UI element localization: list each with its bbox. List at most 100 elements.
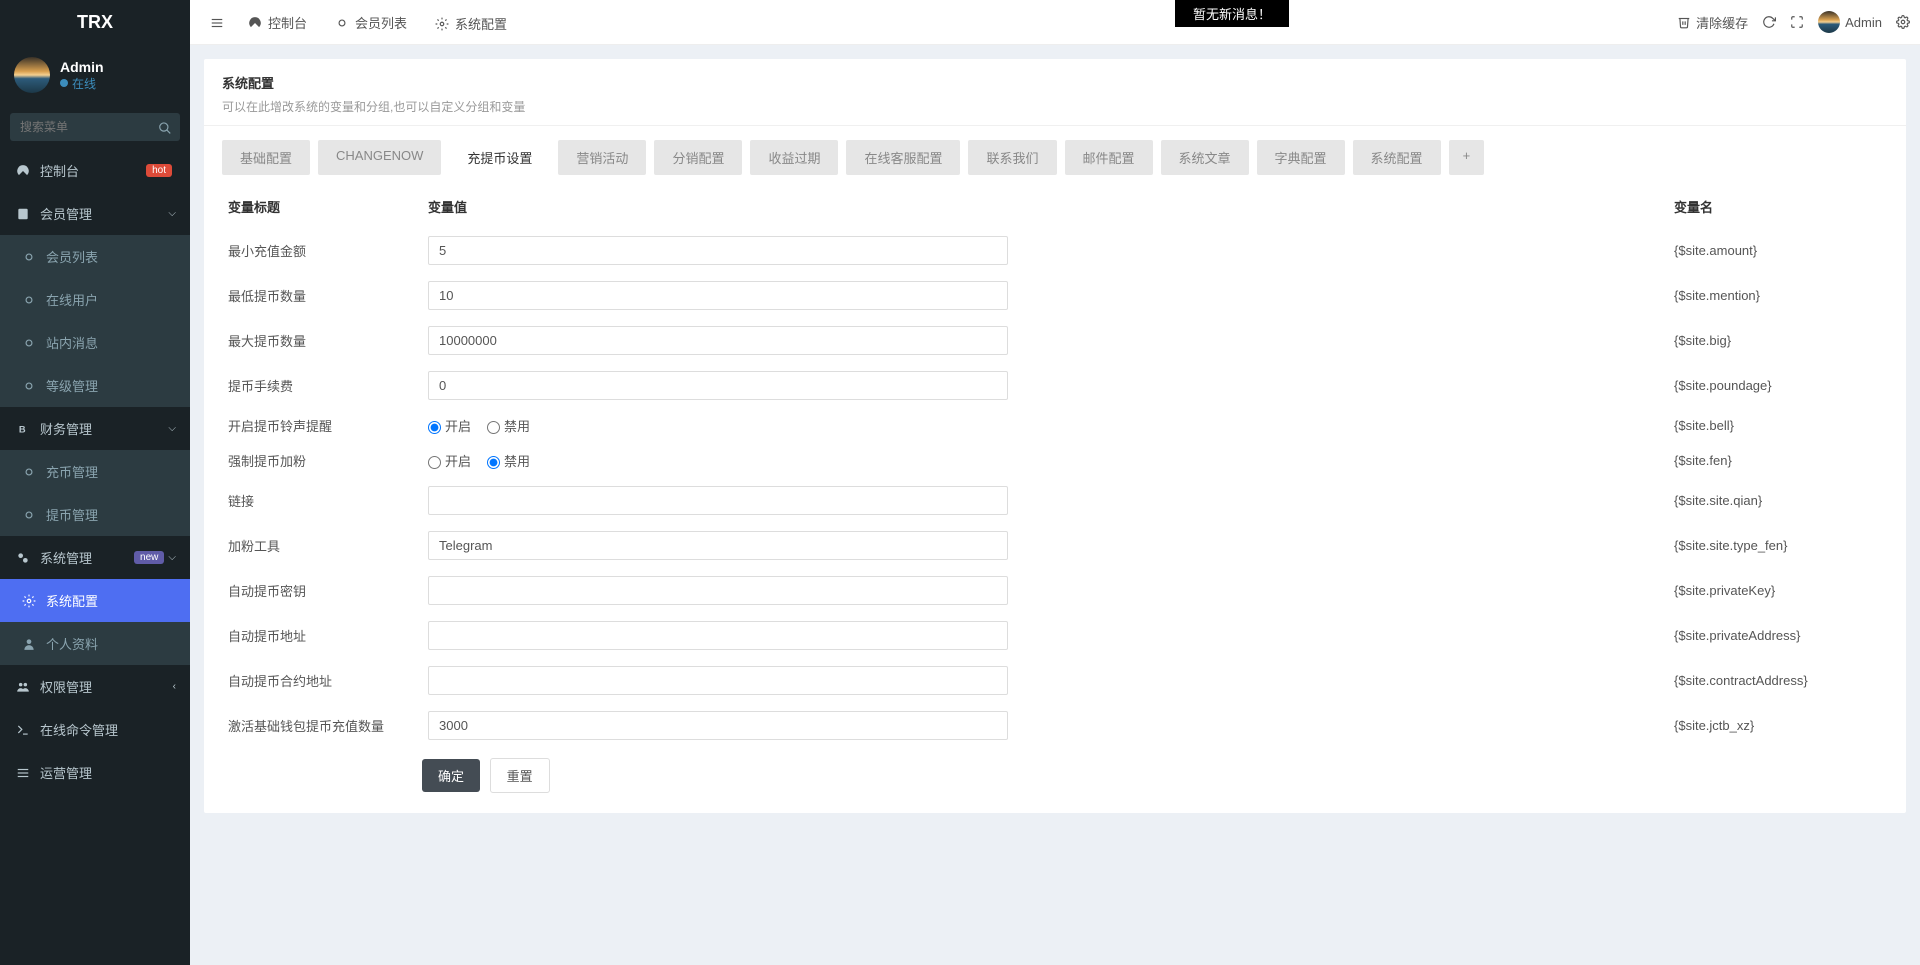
config-row-9: 自动提币地址{$site.privateAddress} [222,613,1888,658]
cogs-icon [14,550,32,566]
bitcoin-icon: B [14,421,32,437]
terminal-icon [14,722,32,738]
config-tab-4[interactable]: 分销配置 [654,140,742,175]
top-tab-2[interactable]: 系统配置 [421,0,521,44]
config-tab-9[interactable]: 系统文章 [1161,140,1249,175]
settings-button[interactable] [1896,15,1910,29]
sidebar-item-1[interactable]: 会员管理⌵ [0,192,190,235]
config-tab-6[interactable]: 在线客服配置 [846,140,960,175]
cog-icon [435,15,449,31]
radio-input[interactable] [428,421,441,434]
refresh-button[interactable] [1762,15,1776,29]
clear-cache-button[interactable]: 清除缓存 [1677,13,1748,32]
sidebar-item-label: 运营管理 [40,763,176,782]
config-tab-7[interactable]: 联系我们 [968,140,1056,175]
value-input[interactable] [428,666,1008,695]
config-table-wrap: 变量标题 变量值 变量名 最小充值金额{$site.amount}最低提币数量{… [204,175,1906,813]
row-title: 开启提币铃声提醒 [222,408,422,443]
row-title: 自动提币密钥 [222,568,422,613]
plus-icon: + [1463,148,1471,163]
topbar-user-label: Admin [1845,15,1882,30]
top-tab-1[interactable]: 会员列表 [321,0,421,44]
row-title: 强制提币加粉 [222,443,422,478]
config-row-3: 提币手续费{$site.poundage} [222,363,1888,408]
circle-icon [20,335,38,351]
col-header-value: 变量值 [422,185,1668,228]
sidebar-item-6[interactable]: B财务管理⌵ [0,407,190,450]
config-tab-11[interactable]: 系统配置 [1353,140,1441,175]
app-logo: TRX [0,0,190,45]
sidebar-item-4[interactable]: 站内消息 [0,321,190,364]
avatar [14,57,50,93]
user-status: 在线 [60,75,104,92]
radio-option[interactable]: 开启 [428,454,471,469]
value-input[interactable] [428,531,1008,560]
config-tab-add[interactable]: + [1449,140,1485,175]
radio-option[interactable]: 禁用 [487,419,530,434]
users-icon [14,206,32,222]
config-tab-10[interactable]: 字典配置 [1257,140,1345,175]
reset-button[interactable]: 重置 [490,758,550,793]
submit-button[interactable]: 确定 [422,759,480,792]
sidebar-item-11[interactable]: 个人资料 [0,622,190,665]
chevron-down-icon: ⌵ [168,208,176,219]
radio-input[interactable] [428,456,441,469]
config-tab-1[interactable]: CHANGENOW [318,140,441,175]
config-row-8: 自动提币密钥{$site.privateKey} [222,568,1888,613]
cog-icon [20,593,38,609]
sidebar-item-13[interactable]: 在线命令管理 [0,708,190,751]
sidebar-item-9[interactable]: 系统管理new⌵ [0,536,190,579]
sidebar-item-7[interactable]: 充币管理 [0,450,190,493]
config-panel: 系统配置 可以在此增改系统的变量和分组,也可以自定义分组和变量 基础配置CHAN… [204,59,1906,813]
sidebar-item-label: 系统配置 [46,591,176,610]
config-row-4: 开启提币铃声提醒开启禁用{$site.bell} [222,408,1888,443]
user-status-text: 在线 [72,75,96,92]
config-tab-0[interactable]: 基础配置 [222,140,310,175]
value-input[interactable] [428,621,1008,650]
row-title: 提币手续费 [222,363,422,408]
value-input[interactable] [428,711,1008,740]
radio-input[interactable] [487,421,500,434]
user-icon [20,636,38,652]
value-input[interactable] [428,326,1008,355]
value-input[interactable] [428,281,1008,310]
value-input[interactable] [428,486,1008,515]
sidebar-item-2[interactable]: 会员列表 [0,235,190,278]
fullscreen-button[interactable] [1790,15,1804,29]
value-input[interactable] [428,371,1008,400]
sidebar-item-3[interactable]: 在线用户 [0,278,190,321]
circle-icon [20,249,38,265]
row-varname: {$site.site.type_fen} [1668,523,1888,568]
row-varname: {$site.mention} [1668,273,1888,318]
sidebar-item-5[interactable]: 等级管理 [0,364,190,407]
chevron-left-icon: ‹ [173,681,176,692]
sidebar-item-label: 系统管理 [40,548,134,567]
row-varname: {$site.site.qian} [1668,478,1888,523]
config-tab-5[interactable]: 收益过期 [750,140,838,175]
sidebar-item-label: 在线用户 [46,290,176,309]
value-input[interactable] [428,576,1008,605]
value-input[interactable] [428,236,1008,265]
radio-option[interactable]: 开启 [428,419,471,434]
row-title: 链接 [222,478,422,523]
sidebar-item-12[interactable]: 权限管理‹ [0,665,190,708]
refresh-icon [1762,15,1776,29]
radio-option[interactable]: 禁用 [487,454,530,469]
sidebar-item-14[interactable]: 运营管理 [0,751,190,794]
config-tab-3[interactable]: 营销活动 [558,140,646,175]
row-varname: {$site.fen} [1668,443,1888,478]
topbar-user[interactable]: Admin [1818,11,1882,33]
sidebar-item-0[interactable]: 控制台hot [0,149,190,192]
user-name: Admin [60,59,104,75]
radio-input[interactable] [487,456,500,469]
badge-new: new [134,551,164,564]
config-tab-8[interactable]: 邮件配置 [1065,140,1153,175]
top-tab-0[interactable]: 控制台 [234,0,321,44]
sidebar-item-10[interactable]: 系统配置 [0,579,190,622]
search-input[interactable] [10,113,180,141]
sidebar-toggle-button[interactable] [200,14,234,30]
circle-icon [20,464,38,480]
search-icon[interactable] [158,119,172,135]
config-tab-2[interactable]: 充提币设置 [449,140,550,175]
sidebar-item-8[interactable]: 提币管理 [0,493,190,536]
